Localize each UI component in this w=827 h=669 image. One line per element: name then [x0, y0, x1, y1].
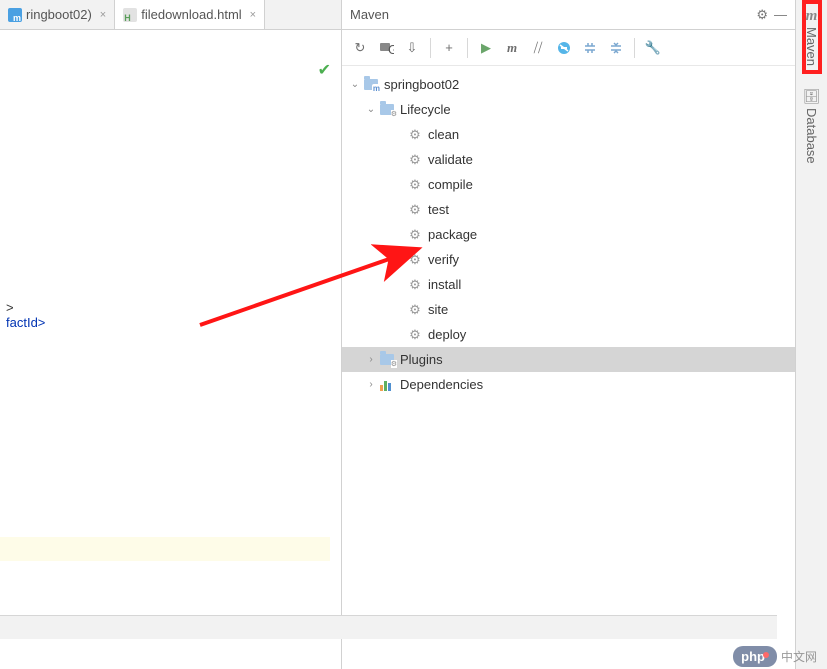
- code-line: >: [6, 300, 335, 315]
- gear-icon: ⚙: [406, 252, 424, 268]
- dependencies-icon: [378, 379, 396, 391]
- lifecycle-verify[interactable]: ⚙ verify: [342, 247, 795, 272]
- panel-title: Maven: [350, 7, 389, 22]
- gear-icon: ⚙: [406, 227, 424, 243]
- add-project-button[interactable]: +: [437, 36, 461, 60]
- chevron-down-icon[interactable]: ⌄: [364, 104, 378, 115]
- svg-text:G: G: [388, 42, 394, 56]
- close-icon[interactable]: ×: [250, 9, 256, 21]
- tab-label: filedownload.html: [141, 7, 241, 22]
- code-line: factId>: [6, 315, 335, 330]
- database-icon: 🗄: [803, 88, 821, 105]
- tree-label: site: [428, 302, 448, 317]
- watermark: php 中文网: [733, 646, 817, 667]
- tree-label: clean: [428, 127, 459, 142]
- editor-tabs-bar: ringboot02) × filedownload.html ×: [0, 0, 341, 30]
- tree-label: springboot02: [384, 77, 459, 92]
- tree-root-springboot02[interactable]: ⌄ springboot02: [342, 72, 795, 97]
- maven-file-icon: [8, 8, 22, 22]
- toolbar-separator: [634, 38, 635, 58]
- tree-label: verify: [428, 252, 459, 267]
- toolbar-separator: [430, 38, 431, 58]
- maven-settings-button[interactable]: 🔧: [641, 36, 665, 60]
- toolbar-separator: [467, 38, 468, 58]
- generate-sources-button[interactable]: G: [374, 36, 398, 60]
- gear-icon: ⚙: [406, 302, 424, 318]
- tree-label: validate: [428, 152, 473, 167]
- sidebar-label: Maven: [804, 27, 819, 66]
- close-icon[interactable]: ×: [100, 9, 106, 21]
- collapse-all-button[interactable]: [604, 36, 628, 60]
- tree-dependencies[interactable]: › Dependencies: [342, 372, 795, 397]
- chevron-down-icon[interactable]: ⌄: [348, 79, 362, 90]
- gear-icon: ⚙: [406, 277, 424, 293]
- editor-content[interactable]: > factId>: [0, 260, 341, 336]
- download-sources-button[interactable]: ⇩: [400, 36, 424, 60]
- tree-label: package: [428, 227, 477, 242]
- maven-panel: Maven ⚙ — ↻ G ⇩ + ▶ m ⧸⧸: [342, 0, 795, 669]
- execute-goal-button[interactable]: m: [500, 36, 524, 60]
- maven-module-icon: [362, 79, 380, 90]
- tree-label: test: [428, 202, 449, 217]
- lifecycle-deploy[interactable]: ⚙ deploy: [342, 322, 795, 347]
- lifecycle-site[interactable]: ⚙ site: [342, 297, 795, 322]
- run-button[interactable]: ▶: [474, 36, 498, 60]
- minimize-icon[interactable]: —: [774, 7, 787, 22]
- tree-label: Dependencies: [400, 377, 483, 392]
- sidebar-item-maven[interactable]: m Maven: [804, 2, 820, 72]
- editor-tab-ringboot02[interactable]: ringboot02) ×: [0, 0, 115, 29]
- watermark-text: 中文网: [781, 648, 817, 665]
- tree-label: compile: [428, 177, 473, 192]
- lifecycle-validate[interactable]: ⚙ validate: [342, 147, 795, 172]
- tab-label: ringboot02): [26, 7, 92, 22]
- html-file-icon: [123, 8, 137, 22]
- tree-label: install: [428, 277, 461, 292]
- editor-tab-filedownload[interactable]: filedownload.html ×: [115, 0, 265, 29]
- tree-label: Lifecycle: [400, 102, 451, 117]
- maven-icon: m: [804, 8, 820, 24]
- gear-icon: ⚙: [406, 202, 424, 218]
- reload-button[interactable]: ↻: [348, 36, 372, 60]
- maven-panel-header: Maven ⚙ —: [342, 0, 795, 30]
- gear-icon: ⚙: [406, 127, 424, 143]
- tree-label: deploy: [428, 327, 466, 342]
- check-icon: ✔: [318, 60, 331, 80]
- lifecycle-package[interactable]: ⚙ package: [342, 222, 795, 247]
- toggle-skip-tests-button[interactable]: ⧸⧸: [526, 36, 550, 60]
- tree-lifecycle[interactable]: ⌄ Lifecycle: [342, 97, 795, 122]
- maven-toolbar: ↻ G ⇩ + ▶ m ⧸⧸ 🔧: [342, 30, 795, 66]
- php-badge: php: [733, 646, 777, 667]
- lifecycle-clean[interactable]: ⚙ clean: [342, 122, 795, 147]
- gear-icon[interactable]: ⚙: [756, 7, 768, 23]
- tree-label: Plugins: [400, 352, 443, 367]
- gear-icon: ⚙: [406, 177, 424, 193]
- right-tool-sidebar: m Maven 🗄 Database: [795, 0, 827, 669]
- chevron-right-icon[interactable]: ›: [364, 379, 378, 390]
- chevron-right-icon[interactable]: ›: [364, 354, 378, 365]
- toggle-offline-button[interactable]: [552, 36, 576, 60]
- sidebar-item-database[interactable]: 🗄 Database: [803, 82, 821, 170]
- gear-icon: ⚙: [406, 327, 424, 343]
- status-bar: [0, 615, 777, 639]
- maven-tree[interactable]: ⌄ springboot02 ⌄ Lifecycle ⚙ clean ⚙ val…: [342, 66, 795, 669]
- lifecycle-install[interactable]: ⚙ install: [342, 272, 795, 297]
- lifecycle-test[interactable]: ⚙ test: [342, 197, 795, 222]
- editor-highlight-strip: [0, 537, 330, 561]
- folder-icon: [378, 354, 396, 365]
- tree-plugins[interactable]: › Plugins: [342, 347, 795, 372]
- expand-all-button[interactable]: [578, 36, 602, 60]
- folder-icon: [378, 104, 396, 115]
- sidebar-label: Database: [804, 108, 819, 164]
- gear-icon: ⚙: [406, 152, 424, 168]
- editor-area: ringboot02) × filedownload.html × ✔ > fa…: [0, 0, 342, 669]
- lifecycle-compile[interactable]: ⚙ compile: [342, 172, 795, 197]
